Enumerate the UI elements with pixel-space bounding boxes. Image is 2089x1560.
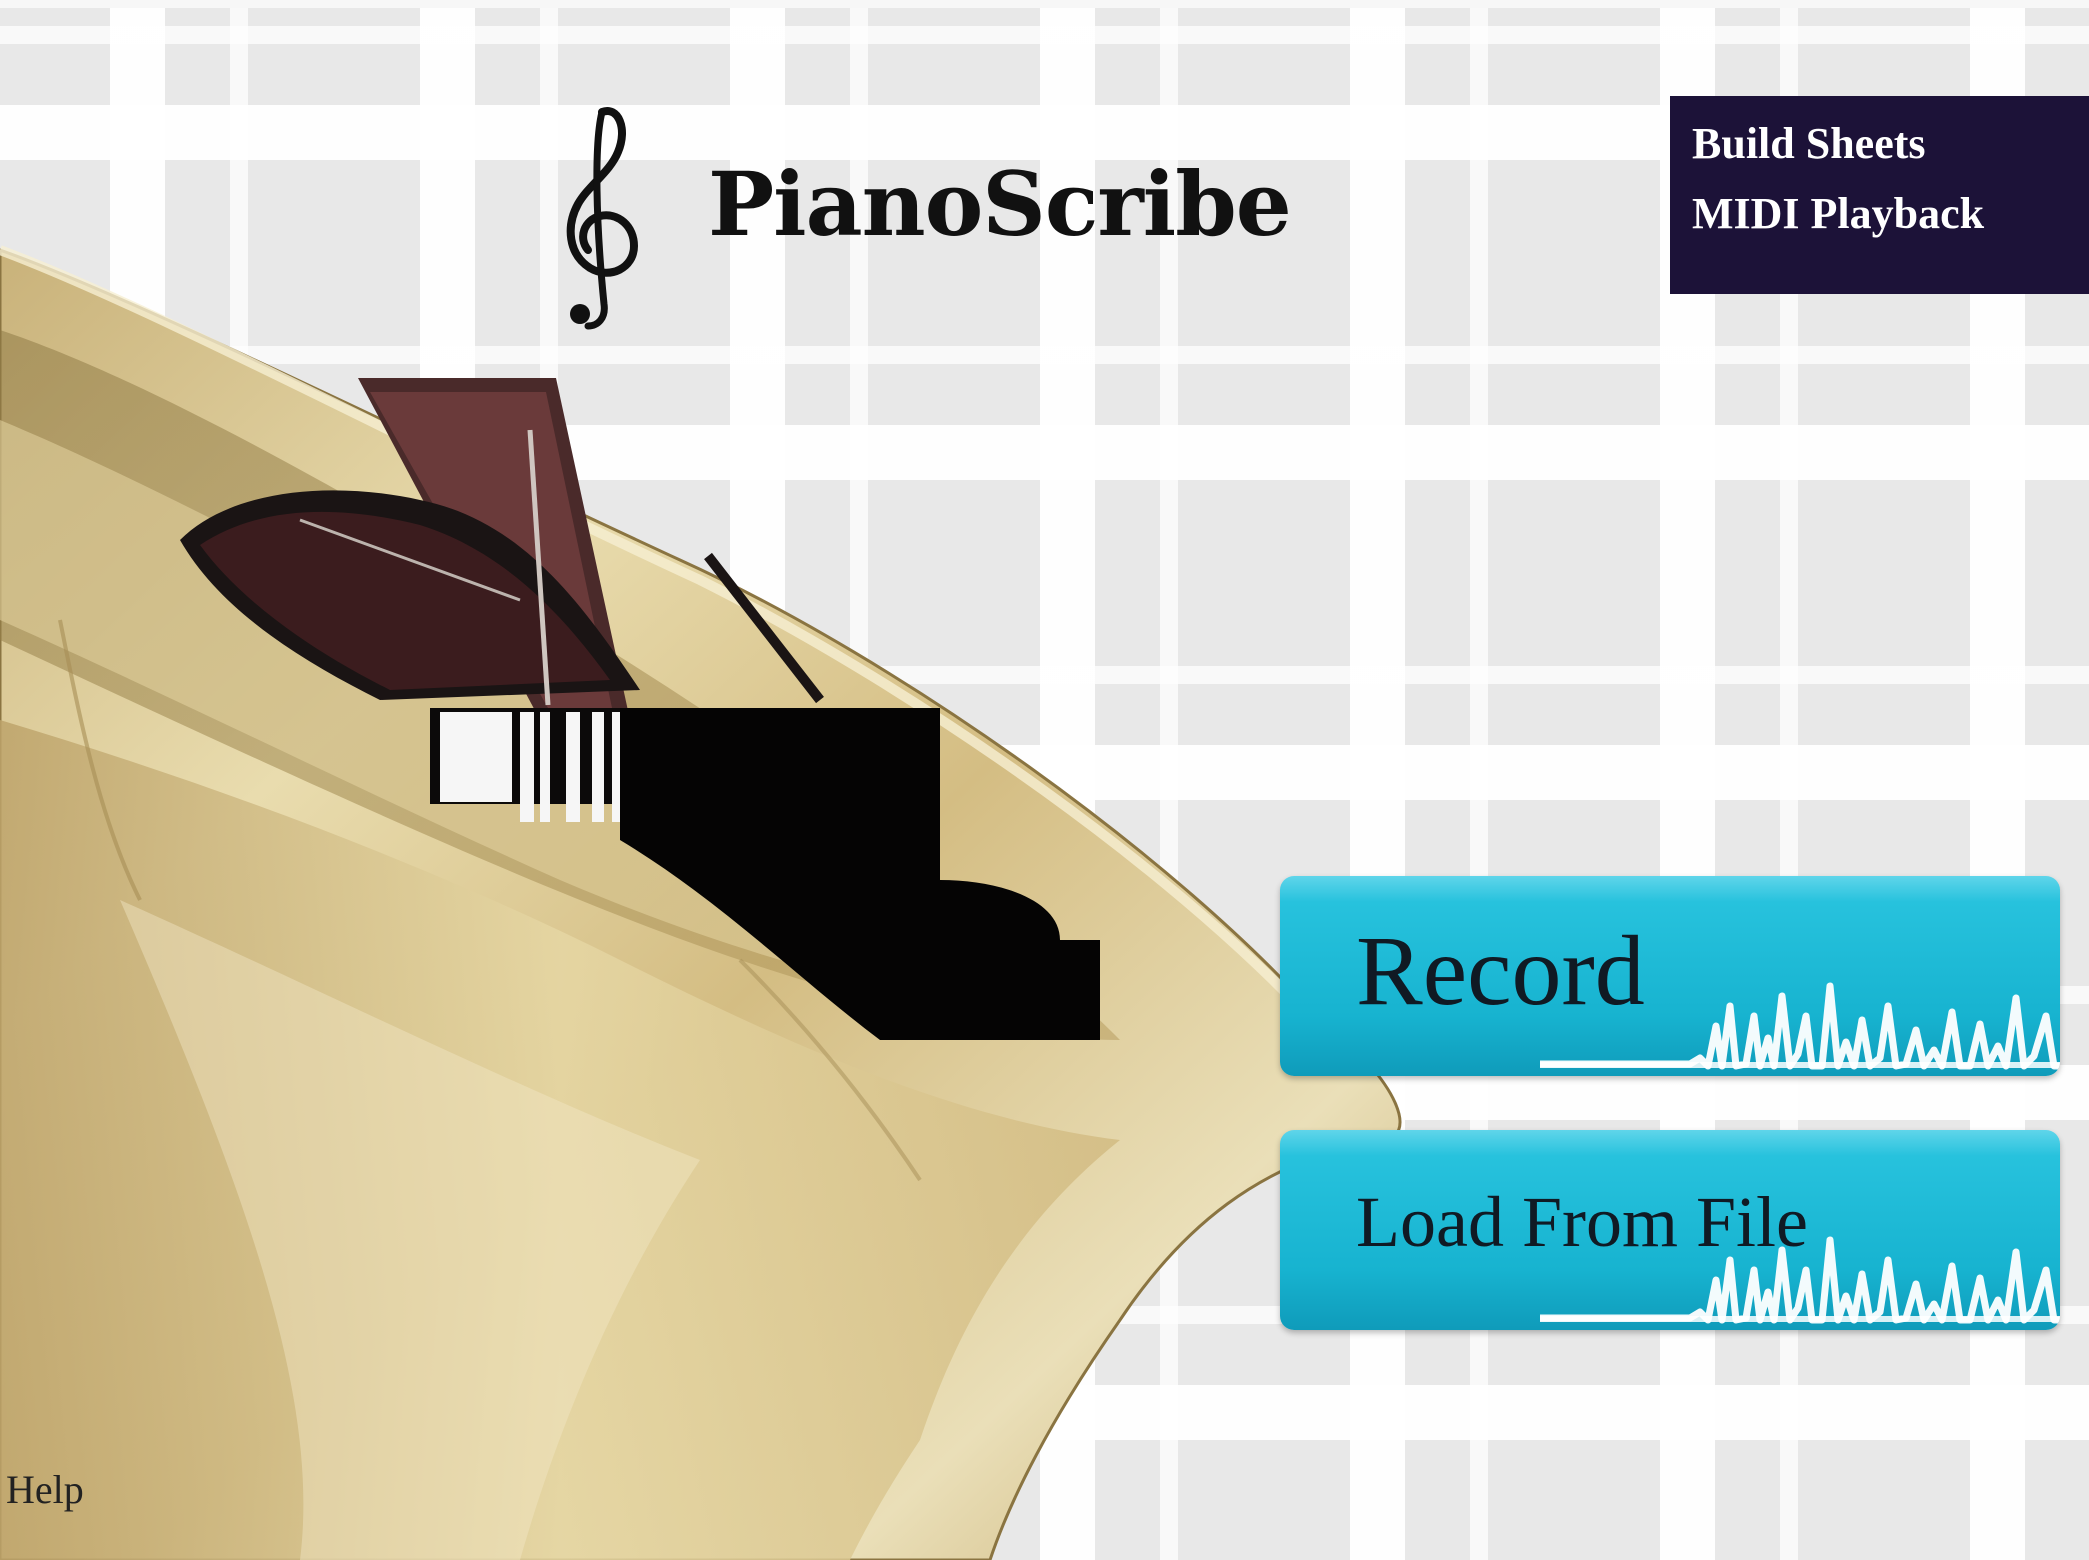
nav-menu: Build Sheets MIDI Playback xyxy=(1670,96,2089,294)
app-window: PianoScribe Build Sheets MIDI Playback R… xyxy=(0,0,2089,1560)
nav-item-midi-playback[interactable]: MIDI Playback xyxy=(1670,188,2089,258)
app-title: PianoScribe xyxy=(708,152,1292,256)
treble-clef-icon xyxy=(566,107,639,330)
load-from-file-button[interactable]: Load From File xyxy=(1280,1130,2060,1330)
load-from-file-button-label: Load From File xyxy=(1356,1182,1808,1262)
help-link[interactable]: Help xyxy=(6,1466,84,1513)
record-button[interactable]: Record xyxy=(1280,876,2060,1076)
nav-item-build-sheets[interactable]: Build Sheets xyxy=(1670,118,2089,188)
record-button-label: Record xyxy=(1356,915,1645,1026)
brass-horn-shape xyxy=(0,245,1402,1560)
